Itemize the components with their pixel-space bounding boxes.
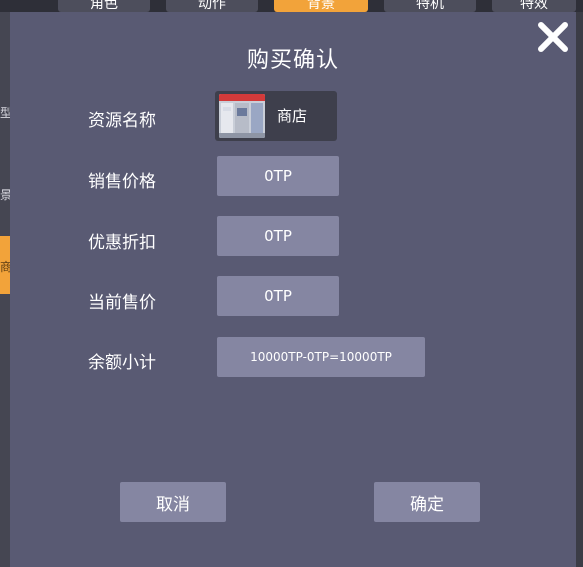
- tab-effects[interactable]: 特效: [492, 0, 576, 12]
- sale-price-label: 销售价格: [88, 172, 156, 192]
- side-item-scene: 景: [0, 188, 10, 202]
- sale-price-value: 0TP: [217, 156, 339, 196]
- tab-special[interactable]: 特机: [384, 0, 476, 12]
- store-thumbnail: [219, 94, 265, 138]
- discount-label: 优惠折扣: [88, 233, 156, 253]
- tab-character[interactable]: 角色: [58, 0, 150, 12]
- resource-name-label: 资源名称: [88, 111, 156, 131]
- confirm-button[interactable]: 确定: [374, 482, 480, 522]
- side-item-store: 商: [0, 260, 10, 274]
- dialog-title: 购买确认: [246, 48, 339, 73]
- close-button[interactable]: [534, 18, 572, 56]
- purchase-confirm-dialog: 购买确认 资源名称 商店 销售价格 0TP 优惠折扣 0TP 当前售价 0TP …: [10, 12, 576, 567]
- close-icon: [538, 22, 568, 52]
- tab-action[interactable]: 动作: [166, 0, 258, 12]
- balance-label: 余额小计: [88, 353, 156, 373]
- current-price-label: 当前售价: [88, 293, 156, 313]
- side-item-type: 型: [0, 106, 10, 120]
- balance-value: 10000TP-0TP=10000TP: [217, 337, 425, 377]
- current-price-value: 0TP: [217, 276, 339, 316]
- resource-preview: 商店: [215, 91, 337, 141]
- cancel-button[interactable]: 取消: [120, 482, 226, 522]
- tab-background[interactable]: 背景: [274, 0, 368, 12]
- background-right-panel: [576, 12, 583, 567]
- discount-value: 0TP: [217, 216, 339, 256]
- resource-name-value: 商店: [277, 107, 308, 125]
